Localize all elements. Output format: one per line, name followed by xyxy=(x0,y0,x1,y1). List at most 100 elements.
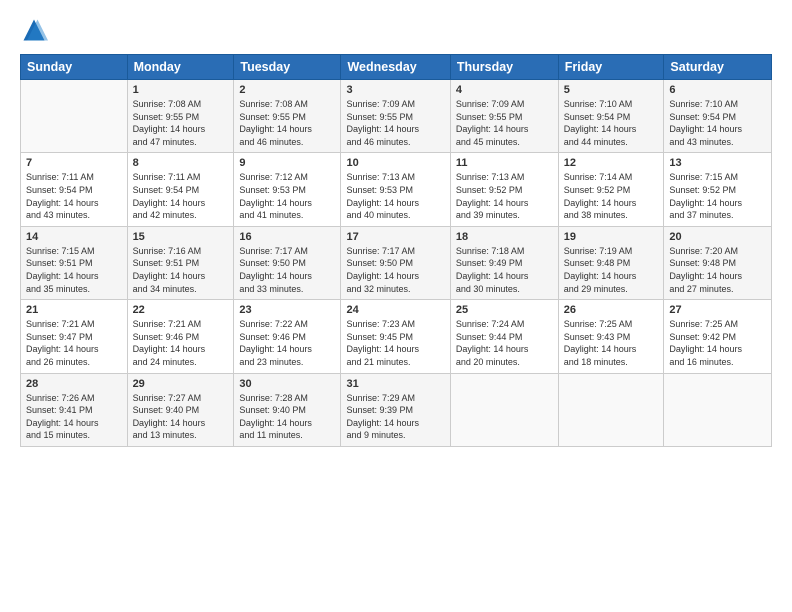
calendar-cell: 3 Sunrise: 7:09 AM Sunset: 9:55 PM Daylig… xyxy=(341,80,450,153)
day-number: 17 xyxy=(346,231,444,243)
day-number: 31 xyxy=(346,378,444,390)
day-info: Sunrise: 7:08 AM Sunset: 9:55 PM Dayligh… xyxy=(133,98,229,148)
day-number: 24 xyxy=(346,304,444,316)
day-info: Sunrise: 7:28 AM Sunset: 9:40 PM Dayligh… xyxy=(239,392,335,442)
day-number: 7 xyxy=(26,157,122,169)
calendar-cell xyxy=(558,373,664,446)
day-info: Sunrise: 7:09 AM Sunset: 9:55 PM Dayligh… xyxy=(346,98,444,148)
calendar-week-row: 14 Sunrise: 7:15 AM Sunset: 9:51 PM Dayli… xyxy=(21,226,772,299)
day-info: Sunrise: 7:15 AM Sunset: 9:51 PM Dayligh… xyxy=(26,245,122,295)
logo-icon xyxy=(20,16,48,44)
day-number: 10 xyxy=(346,157,444,169)
calendar-week-row: 1 Sunrise: 7:08 AM Sunset: 9:55 PM Daylig… xyxy=(21,80,772,153)
day-info: Sunrise: 7:20 AM Sunset: 9:48 PM Dayligh… xyxy=(669,245,766,295)
calendar-cell: 18 Sunrise: 7:18 AM Sunset: 9:49 PM Dayli… xyxy=(450,226,558,299)
day-info: Sunrise: 7:10 AM Sunset: 9:54 PM Dayligh… xyxy=(669,98,766,148)
day-number: 13 xyxy=(669,157,766,169)
day-info: Sunrise: 7:25 AM Sunset: 9:43 PM Dayligh… xyxy=(564,318,659,368)
calendar-cell: 12 Sunrise: 7:14 AM Sunset: 9:52 PM Dayli… xyxy=(558,153,664,226)
day-info: Sunrise: 7:17 AM Sunset: 9:50 PM Dayligh… xyxy=(239,245,335,295)
day-info: Sunrise: 7:26 AM Sunset: 9:41 PM Dayligh… xyxy=(26,392,122,442)
day-number: 27 xyxy=(669,304,766,316)
day-number: 22 xyxy=(133,304,229,316)
calendar-cell: 26 Sunrise: 7:25 AM Sunset: 9:43 PM Dayli… xyxy=(558,300,664,373)
day-info: Sunrise: 7:21 AM Sunset: 9:46 PM Dayligh… xyxy=(133,318,229,368)
weekday-header-saturday: Saturday xyxy=(664,55,772,80)
page: SundayMondayTuesdayWednesdayThursdayFrid… xyxy=(0,0,792,612)
day-info: Sunrise: 7:18 AM Sunset: 9:49 PM Dayligh… xyxy=(456,245,553,295)
day-info: Sunrise: 7:09 AM Sunset: 9:55 PM Dayligh… xyxy=(456,98,553,148)
calendar-cell: 28Sunrise: 7:26 AM Sunset: 9:41 PM Dayli… xyxy=(21,373,128,446)
day-number: 26 xyxy=(564,304,659,316)
calendar-cell xyxy=(664,373,772,446)
day-info: Sunrise: 7:13 AM Sunset: 9:53 PM Dayligh… xyxy=(346,171,444,221)
day-number: 8 xyxy=(133,157,229,169)
calendar-cell: 4 Sunrise: 7:09 AM Sunset: 9:55 PM Daylig… xyxy=(450,80,558,153)
weekday-header-wednesday: Wednesday xyxy=(341,55,450,80)
day-number: 5 xyxy=(564,84,659,96)
calendar-cell: 29 Sunrise: 7:27 AM Sunset: 9:40 PM Dayli… xyxy=(127,373,234,446)
calendar-cell: 24 Sunrise: 7:23 AM Sunset: 9:45 PM Dayli… xyxy=(341,300,450,373)
day-number: 9 xyxy=(239,157,335,169)
day-number: 3 xyxy=(346,84,444,96)
day-info: Sunrise: 7:11 AM Sunset: 9:54 PM Dayligh… xyxy=(26,171,122,221)
logo xyxy=(20,16,50,44)
header xyxy=(20,16,772,44)
day-number: 29 xyxy=(133,378,229,390)
calendar-table: SundayMondayTuesdayWednesdayThursdayFrid… xyxy=(20,54,772,447)
day-info: Sunrise: 7:29 AM Sunset: 9:39 PM Dayligh… xyxy=(346,392,444,442)
day-number: 15 xyxy=(133,231,229,243)
calendar-cell: 30 Sunrise: 7:28 AM Sunset: 9:40 PM Dayli… xyxy=(234,373,341,446)
day-info: Sunrise: 7:08 AM Sunset: 9:55 PM Dayligh… xyxy=(239,98,335,148)
calendar-week-row: 21 Sunrise: 7:21 AM Sunset: 9:47 PM Dayli… xyxy=(21,300,772,373)
calendar-cell: 9Sunrise: 7:12 AM Sunset: 9:53 PM Daylig… xyxy=(234,153,341,226)
day-info: Sunrise: 7:10 AM Sunset: 9:54 PM Dayligh… xyxy=(564,98,659,148)
day-number: 25 xyxy=(456,304,553,316)
weekday-header-sunday: Sunday xyxy=(21,55,128,80)
calendar-cell xyxy=(21,80,128,153)
weekday-header-friday: Friday xyxy=(558,55,664,80)
day-info: Sunrise: 7:23 AM Sunset: 9:45 PM Dayligh… xyxy=(346,318,444,368)
day-number: 4 xyxy=(456,84,553,96)
day-number: 16 xyxy=(239,231,335,243)
day-number: 14 xyxy=(26,231,122,243)
day-number: 30 xyxy=(239,378,335,390)
day-info: Sunrise: 7:25 AM Sunset: 9:42 PM Dayligh… xyxy=(669,318,766,368)
day-info: Sunrise: 7:14 AM Sunset: 9:52 PM Dayligh… xyxy=(564,171,659,221)
calendar-cell: 5 Sunrise: 7:10 AM Sunset: 9:54 PM Daylig… xyxy=(558,80,664,153)
day-number: 21 xyxy=(26,304,122,316)
day-number: 1 xyxy=(133,84,229,96)
day-number: 12 xyxy=(564,157,659,169)
calendar-cell: 8 Sunrise: 7:11 AM Sunset: 9:54 PM Daylig… xyxy=(127,153,234,226)
calendar-cell: 15Sunrise: 7:16 AM Sunset: 9:51 PM Dayli… xyxy=(127,226,234,299)
calendar-cell: 11 Sunrise: 7:13 AM Sunset: 9:52 PM Dayli… xyxy=(450,153,558,226)
weekday-header-monday: Monday xyxy=(127,55,234,80)
calendar-cell: 31 Sunrise: 7:29 AM Sunset: 9:39 PM Dayli… xyxy=(341,373,450,446)
day-info: Sunrise: 7:17 AM Sunset: 9:50 PM Dayligh… xyxy=(346,245,444,295)
calendar-cell: 14 Sunrise: 7:15 AM Sunset: 9:51 PM Dayli… xyxy=(21,226,128,299)
calendar-cell: 22 Sunrise: 7:21 AM Sunset: 9:46 PM Dayli… xyxy=(127,300,234,373)
calendar-header-row: SundayMondayTuesdayWednesdayThursdayFrid… xyxy=(21,55,772,80)
calendar-cell: 21 Sunrise: 7:21 AM Sunset: 9:47 PM Dayli… xyxy=(21,300,128,373)
day-number: 11 xyxy=(456,157,553,169)
calendar-cell: 2 Sunrise: 7:08 AM Sunset: 9:55 PM Daylig… xyxy=(234,80,341,153)
day-info: Sunrise: 7:15 AM Sunset: 9:52 PM Dayligh… xyxy=(669,171,766,221)
calendar-cell: 20 Sunrise: 7:20 AM Sunset: 9:48 PM Dayli… xyxy=(664,226,772,299)
calendar-cell: 27 Sunrise: 7:25 AM Sunset: 9:42 PM Dayli… xyxy=(664,300,772,373)
day-number: 19 xyxy=(564,231,659,243)
day-number: 20 xyxy=(669,231,766,243)
calendar-cell: 1 Sunrise: 7:08 AM Sunset: 9:55 PM Daylig… xyxy=(127,80,234,153)
day-number: 2 xyxy=(239,84,335,96)
day-info: Sunrise: 7:11 AM Sunset: 9:54 PM Dayligh… xyxy=(133,171,229,221)
day-info: Sunrise: 7:27 AM Sunset: 9:40 PM Dayligh… xyxy=(133,392,229,442)
calendar-cell: 19Sunrise: 7:19 AM Sunset: 9:48 PM Dayli… xyxy=(558,226,664,299)
day-info: Sunrise: 7:21 AM Sunset: 9:47 PM Dayligh… xyxy=(26,318,122,368)
weekday-header-tuesday: Tuesday xyxy=(234,55,341,80)
day-number: 18 xyxy=(456,231,553,243)
calendar-cell: 25Sunrise: 7:24 AM Sunset: 9:44 PM Dayli… xyxy=(450,300,558,373)
day-info: Sunrise: 7:13 AM Sunset: 9:52 PM Dayligh… xyxy=(456,171,553,221)
calendar-cell: 17 Sunrise: 7:17 AM Sunset: 9:50 PM Dayli… xyxy=(341,226,450,299)
calendar-cell: 7 Sunrise: 7:11 AM Sunset: 9:54 PM Daylig… xyxy=(21,153,128,226)
calendar-cell: 6Sunrise: 7:10 AM Sunset: 9:54 PM Daylig… xyxy=(664,80,772,153)
calendar-cell: 10 Sunrise: 7:13 AM Sunset: 9:53 PM Dayli… xyxy=(341,153,450,226)
